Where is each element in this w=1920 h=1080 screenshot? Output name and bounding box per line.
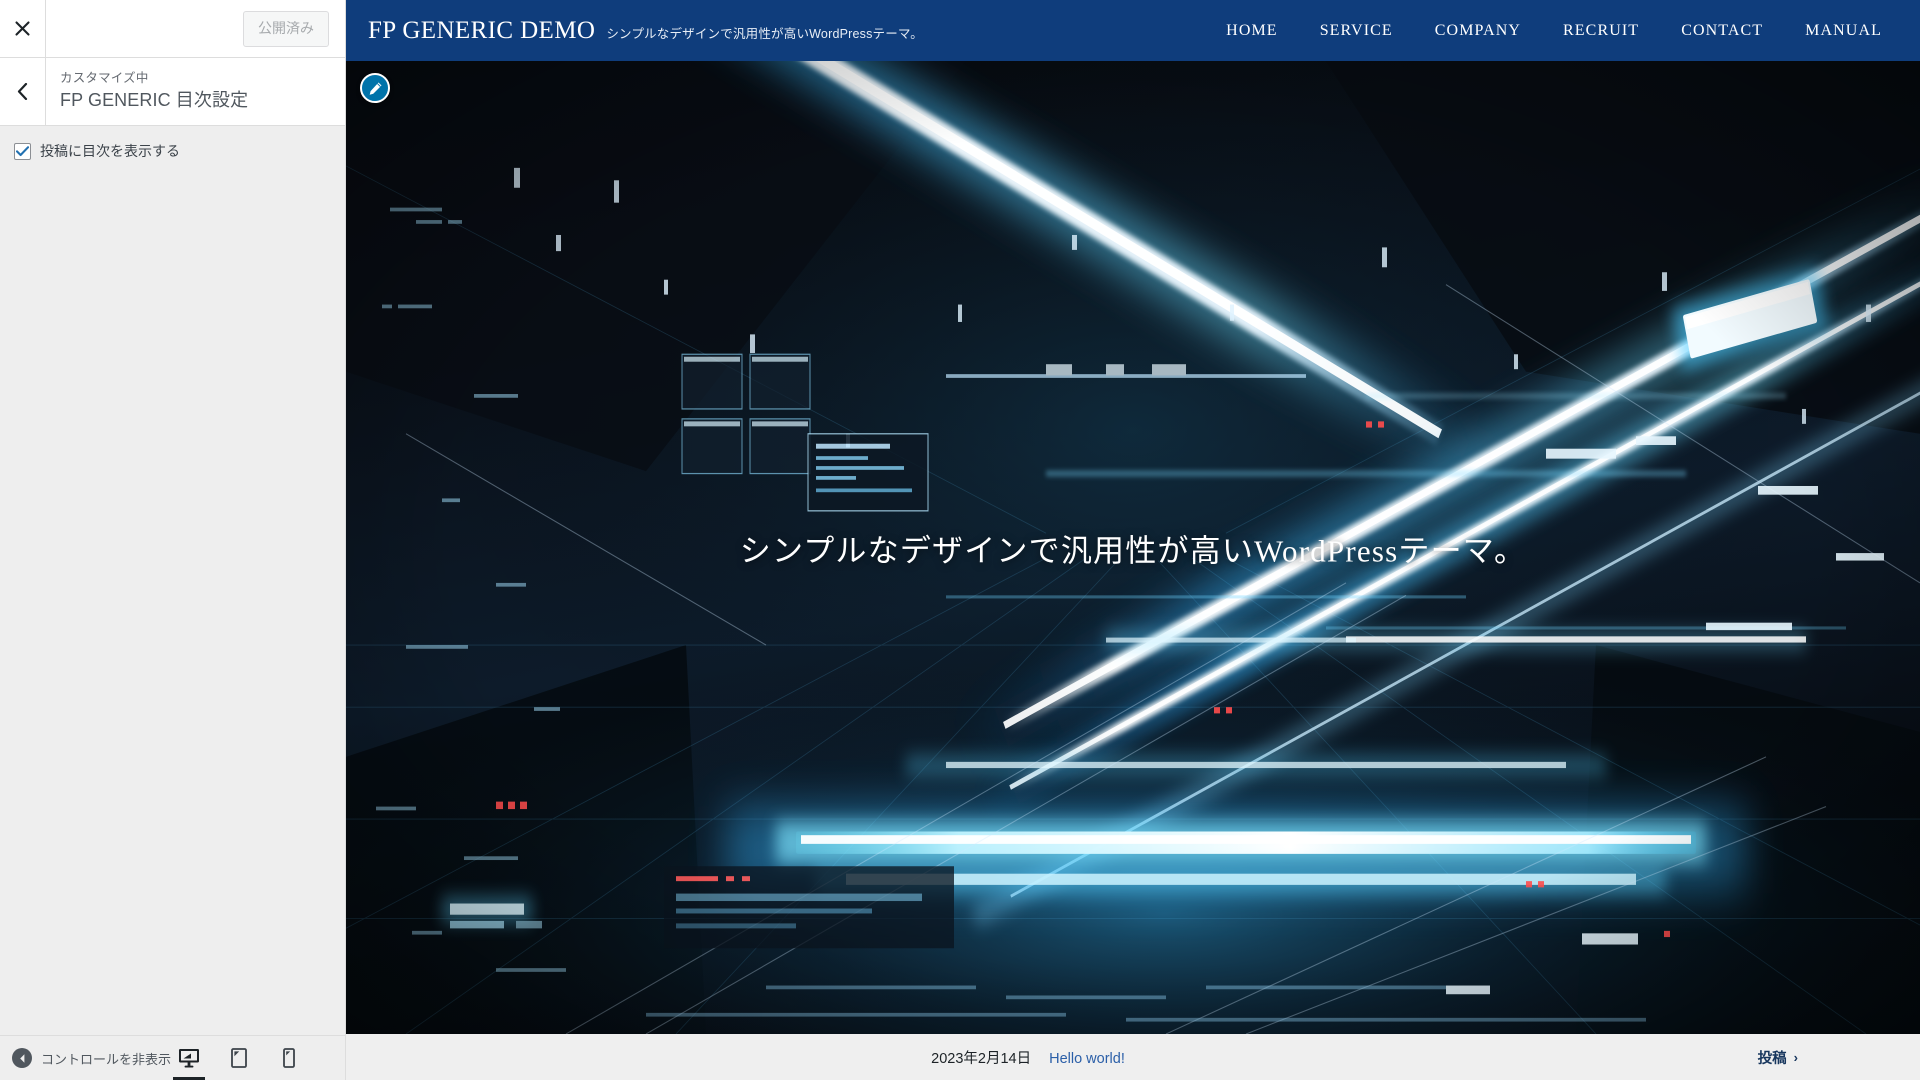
tablet-icon	[231, 1048, 247, 1068]
post-date: 2023年2月14日	[931, 1050, 1032, 1067]
nav-item-service[interactable]: SERVICE	[1299, 22, 1414, 40]
device-preview-switcher	[171, 1036, 367, 1080]
close-icon	[15, 21, 30, 36]
show-toc-checkbox[interactable]	[14, 143, 31, 160]
collapse-sidebar-label: コントロールを非表示	[41, 1051, 172, 1067]
page-title: FP GENERIC 目次設定	[60, 90, 249, 111]
post-meta: 2023年2月14日 Hello world!	[931, 1047, 1125, 1068]
site-header: FP GENERIC DEMO シンプルなデザインで汎用性が高いWordPres…	[346, 0, 1920, 61]
publish-button[interactable]: 公開済み	[243, 10, 329, 47]
show-toc-label: 投稿に目次を表示する	[40, 143, 180, 159]
site-branding[interactable]: FP GENERIC DEMO シンプルなデザインで汎用性が高いWordPres…	[368, 17, 923, 45]
customizer-sidebar: 公開済み カスタマイズ中 FP GENERIC 目次設定 投稿に目次を表示する …	[0, 0, 346, 1080]
control-show-toc[interactable]: 投稿に目次を表示する	[14, 142, 331, 162]
device-preview-desktop[interactable]	[171, 1036, 207, 1080]
panel-eyebrow: カスタマイズ中	[60, 71, 149, 86]
nav-item-home[interactable]: HOME	[1205, 22, 1299, 40]
hero-section: シンプルなデザインで汎用性が高いWordPressテーマ。	[346, 61, 1920, 1034]
site-preview-frame: FP GENERIC DEMO シンプルなデザインで汎用性が高いWordPres…	[346, 0, 1920, 1080]
site-title[interactable]: FP GENERIC DEMO	[368, 17, 595, 45]
chevron-right-icon: ›	[1793, 1049, 1798, 1065]
nav-item-recruit[interactable]: RECRUIT	[1542, 22, 1660, 40]
preview-footer: 2023年2月14日 Hello world! 投稿 ›	[346, 1034, 1920, 1080]
panel-header: カスタマイズ中 FP GENERIC 目次設定	[0, 58, 345, 126]
next-post-link[interactable]: 投稿 ›	[1758, 1047, 1798, 1068]
close-customizer-button[interactable]	[0, 0, 46, 57]
customizer-app: 公開済み カスタマイズ中 FP GENERIC 目次設定 投稿に目次を表示する …	[0, 0, 1920, 1080]
desktop-icon	[178, 1048, 200, 1068]
hero-background-image	[346, 61, 1920, 1034]
edit-shortcut-button[interactable]	[360, 73, 390, 103]
pencil-icon	[368, 81, 383, 96]
checkmark-icon	[16, 146, 29, 157]
nav-item-contact[interactable]: CONTACT	[1660, 22, 1784, 40]
customizer-topbar: 公開済み	[0, 0, 345, 58]
site-tagline: シンプルなデザインで汎用性が高いWordPressテーマ。	[606, 26, 923, 41]
chevron-left-icon	[17, 83, 28, 100]
device-preview-mobile[interactable]	[271, 1036, 307, 1080]
customizer-controls: 投稿に目次を表示する	[0, 126, 345, 1035]
chevron-left-circle-icon	[12, 1048, 32, 1068]
primary-navigation: HOME SERVICE COMPANY RECRUIT CONTACT MAN…	[1205, 22, 1892, 40]
nav-item-company[interactable]: COMPANY	[1414, 22, 1542, 40]
device-preview-tablet[interactable]	[221, 1036, 257, 1080]
next-post-label: 投稿	[1757, 1050, 1787, 1067]
panel-title-group: カスタマイズ中 FP GENERIC 目次設定	[46, 58, 345, 125]
customizer-footer: コントロールを非表示	[0, 1035, 345, 1080]
panel-back-button[interactable]	[0, 58, 46, 125]
collapse-sidebar-button[interactable]: コントロールを非表示	[0, 1048, 171, 1068]
nav-item-manual[interactable]: MANUAL	[1784, 22, 1892, 40]
mobile-icon	[283, 1048, 295, 1068]
post-title-link[interactable]: Hello world!	[1049, 1051, 1125, 1067]
